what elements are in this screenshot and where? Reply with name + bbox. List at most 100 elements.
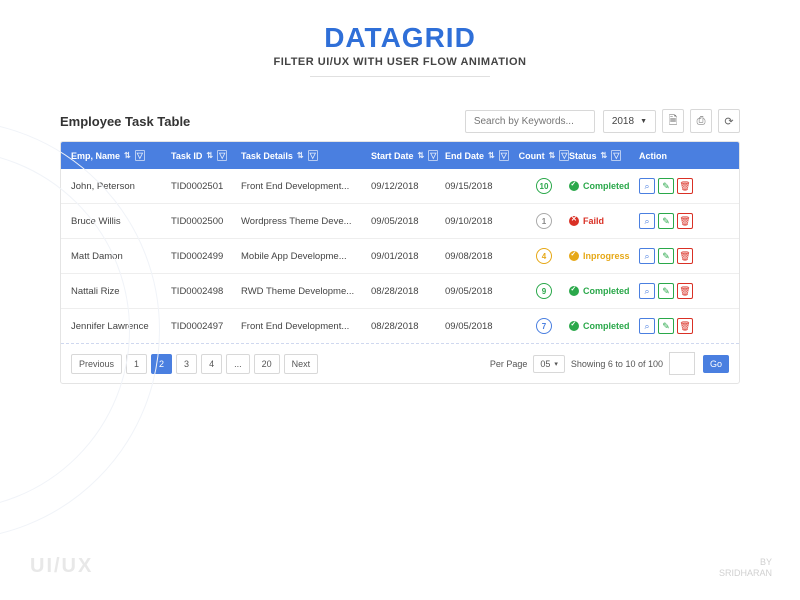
view-button[interactable]: ⌕: [639, 283, 655, 299]
trash-icon: 🗑: [679, 321, 690, 332]
print-button[interactable]: ⎙: [690, 109, 712, 133]
col-status[interactable]: Status⇅▽: [569, 150, 639, 161]
cell-details: RWD Theme Developme...: [241, 286, 371, 297]
col-count[interactable]: Count⇅▽: [519, 150, 569, 161]
export-button[interactable]: 🗎: [662, 109, 684, 133]
delete-button[interactable]: 🗑: [677, 178, 693, 194]
per-page-label: Per Page: [490, 359, 528, 369]
go-button[interactable]: Go: [703, 355, 729, 373]
page-4[interactable]: 4: [201, 354, 222, 374]
year-select[interactable]: 2018 ▼: [603, 110, 656, 133]
col-name[interactable]: Emp, Name⇅▽: [71, 150, 171, 161]
col-details[interactable]: Task Details⇅▽: [241, 150, 371, 161]
view-button[interactable]: ⌕: [639, 248, 655, 264]
zoom-icon: ⌕: [644, 286, 649, 297]
cell-start: 08/28/2018: [371, 286, 445, 297]
delete-button[interactable]: 🗑: [677, 283, 693, 299]
sort-icon: ⇅: [600, 151, 609, 160]
count-badge: 4: [536, 248, 552, 264]
cell-task-id: TID0002498: [171, 286, 241, 297]
watermark-left: UI/UX: [30, 555, 93, 578]
cell-status: Completed: [569, 286, 639, 296]
status-text: Completed: [583, 286, 630, 296]
cell-count: 1: [519, 213, 569, 229]
status-text: Completed: [583, 321, 630, 331]
cell-start: 09/05/2018: [371, 216, 445, 227]
page-title: DATAGRID: [0, 22, 800, 54]
sort-icon: ⇅: [123, 151, 132, 160]
cell-actions: ⌕ ✎ 🗑: [639, 248, 705, 264]
page-20[interactable]: 20: [254, 354, 280, 374]
table-row: Nattali RizeTID0002498RWD Theme Developm…: [61, 274, 739, 309]
col-task-id[interactable]: Task ID⇅▽: [171, 150, 241, 161]
edit-button[interactable]: ✎: [658, 178, 674, 194]
status-icon: [569, 321, 579, 331]
pencil-icon: ✎: [662, 321, 670, 332]
delete-button[interactable]: 🗑: [677, 248, 693, 264]
filter-icon: ▽: [499, 150, 509, 161]
table-row: Bruce WillisTID0002500Wordpress Theme De…: [61, 204, 739, 239]
trash-icon: 🗑: [679, 251, 690, 262]
cell-status: Faild: [569, 216, 639, 226]
col-start-date[interactable]: Start Date⇅▽: [371, 150, 445, 161]
delete-button[interactable]: 🗑: [677, 213, 693, 229]
edit-button[interactable]: ✎: [658, 213, 674, 229]
cell-start: 09/01/2018: [371, 251, 445, 262]
count-badge: 9: [536, 283, 552, 299]
data-grid: Emp, Name⇅▽ Task ID⇅▽ Task Details⇅▽ Sta…: [60, 141, 740, 384]
col-end-date[interactable]: End Date⇅▽: [445, 150, 519, 161]
filter-icon: ▽: [135, 150, 145, 161]
refresh-button[interactable]: ⟳: [718, 109, 740, 133]
view-button[interactable]: ⌕: [639, 213, 655, 229]
page-3[interactable]: 3: [176, 354, 197, 374]
next-button[interactable]: Next: [284, 354, 319, 374]
file-icon: 🗎: [669, 112, 678, 131]
filter-icon: ▽: [428, 150, 438, 161]
cell-task-id: TID0002500: [171, 216, 241, 227]
cell-start: 09/12/2018: [371, 181, 445, 192]
table-header: Emp, Name⇅▽ Task ID⇅▽ Task Details⇅▽ Sta…: [61, 142, 739, 169]
status-icon: [569, 181, 579, 191]
sort-icon: ⇅: [205, 151, 214, 160]
cell-end: 09/05/2018: [445, 286, 519, 297]
trash-icon: 🗑: [679, 216, 690, 227]
cell-details: Wordpress Theme Deve...: [241, 216, 371, 227]
page-...[interactable]: ...: [226, 354, 250, 374]
cell-count: 10: [519, 178, 569, 194]
edit-button[interactable]: ✎: [658, 248, 674, 264]
cell-actions: ⌕ ✎ 🗑: [639, 318, 705, 334]
sort-icon: ⇅: [487, 151, 496, 160]
table-row: John, PetersonTID0002501Front End Develo…: [61, 169, 739, 204]
cell-actions: ⌕ ✎ 🗑: [639, 213, 705, 229]
cell-status: Inprogress: [569, 251, 639, 261]
table-footer: Previous1234...20Next Per Page 05▾ Showi…: [61, 343, 739, 383]
status-text: Faild: [583, 216, 604, 226]
per-page-select[interactable]: 05▾: [533, 355, 565, 373]
status-text: Completed: [583, 181, 630, 191]
zoom-icon: ⌕: [644, 321, 649, 332]
cell-status: Completed: [569, 321, 639, 331]
chevron-down-icon: ▾: [554, 360, 558, 368]
view-button[interactable]: ⌕: [639, 178, 655, 194]
cell-count: 9: [519, 283, 569, 299]
filter-icon: ▽: [217, 150, 227, 161]
count-badge: 10: [536, 178, 552, 194]
cell-end: 09/08/2018: [445, 251, 519, 262]
sort-icon: ⇅: [548, 151, 557, 160]
table-row: Jennifer LawrenceTID0002497Front End Dev…: [61, 309, 739, 343]
search-input[interactable]: [465, 110, 595, 133]
cell-details: Mobile App Developme...: [241, 251, 371, 262]
status-icon: [569, 216, 579, 226]
edit-button[interactable]: ✎: [658, 318, 674, 334]
trash-icon: 🗑: [679, 181, 690, 192]
pencil-icon: ✎: [662, 251, 670, 262]
delete-button[interactable]: 🗑: [677, 318, 693, 334]
zoom-icon: ⌕: [644, 216, 649, 227]
page-input[interactable]: [669, 352, 695, 375]
edit-button[interactable]: ✎: [658, 283, 674, 299]
cell-end: 09/05/2018: [445, 321, 519, 332]
status-icon: [569, 286, 579, 296]
count-badge: 7: [536, 318, 552, 334]
pencil-icon: ✎: [662, 216, 670, 227]
view-button[interactable]: ⌕: [639, 318, 655, 334]
